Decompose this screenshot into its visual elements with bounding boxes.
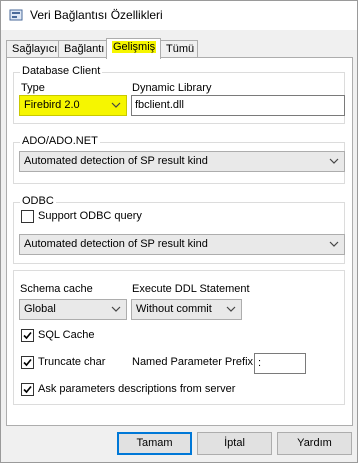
dynamic-library-input[interactable]: fbclient.dll xyxy=(131,95,345,116)
ado-sp-detection-select[interactable]: Automated detection of SP result kind xyxy=(19,151,345,172)
dynamic-library-label: Dynamic Library xyxy=(132,82,212,94)
tab-all[interactable]: Tümü xyxy=(160,40,198,58)
odbc-sp-detection-select[interactable]: Automated detection of SP result kind xyxy=(19,234,345,255)
window-title: Veri Bağlantısı Özellikleri xyxy=(30,8,163,22)
chevron-down-icon xyxy=(111,102,121,108)
tab-provider[interactable]: Sağlayıcı xyxy=(6,40,59,58)
truncate-char-label: Truncate char xyxy=(38,356,106,368)
help-button[interactable]: Yardım xyxy=(277,432,352,455)
execute-ddl-label: Execute DDL Statement xyxy=(132,283,250,295)
connection-icon xyxy=(9,9,23,21)
database-client-legend: Database Client xyxy=(20,65,103,77)
sql-cache-label: SQL Cache xyxy=(38,329,95,341)
chevron-down-icon xyxy=(226,306,236,312)
tab-advanced[interactable]: Gelişmiş xyxy=(106,38,161,59)
checkmark-icon xyxy=(23,331,32,340)
support-odbc-query-checkbox[interactable] xyxy=(21,210,34,223)
execute-ddl-select[interactable]: Without commit xyxy=(131,299,242,320)
checkmark-icon xyxy=(23,385,32,394)
dialog-window: Veri Bağlantısı Özellikleri Sağlayıcı Ba… xyxy=(0,0,358,463)
chevron-down-icon xyxy=(329,241,339,247)
ask-parameters-checkbox[interactable] xyxy=(21,383,34,396)
schema-cache-select[interactable]: Global xyxy=(19,299,127,320)
cancel-button[interactable]: İptal xyxy=(197,432,272,455)
chevron-down-icon xyxy=(111,306,121,312)
title-bar: Veri Bağlantısı Özellikleri xyxy=(1,1,357,30)
type-select[interactable]: Firebird 2.0 xyxy=(19,95,127,116)
named-parameter-prefix-input[interactable]: : xyxy=(254,353,306,374)
truncate-char-checkbox[interactable] xyxy=(21,356,34,369)
named-parameter-prefix-label: Named Parameter Prefix xyxy=(132,356,254,368)
advanced-panel: Database Client Type Firebird 2.0 Dynami… xyxy=(6,57,353,426)
ok-button[interactable]: Tamam xyxy=(117,432,192,455)
support-odbc-query-label: Support ODBC query xyxy=(38,210,142,222)
sql-cache-checkbox[interactable] xyxy=(21,329,34,342)
tab-connection[interactable]: Bağlantı xyxy=(58,40,107,58)
checkmark-icon xyxy=(23,358,32,367)
type-label: Type xyxy=(21,82,45,94)
schema-cache-label: Schema cache xyxy=(20,283,93,295)
chevron-down-icon xyxy=(329,158,339,164)
odbc-legend: ODBC xyxy=(20,195,56,207)
ask-parameters-label: Ask parameters descriptions from server xyxy=(38,383,236,395)
ado-legend: ADO/ADO.NET xyxy=(20,135,100,147)
